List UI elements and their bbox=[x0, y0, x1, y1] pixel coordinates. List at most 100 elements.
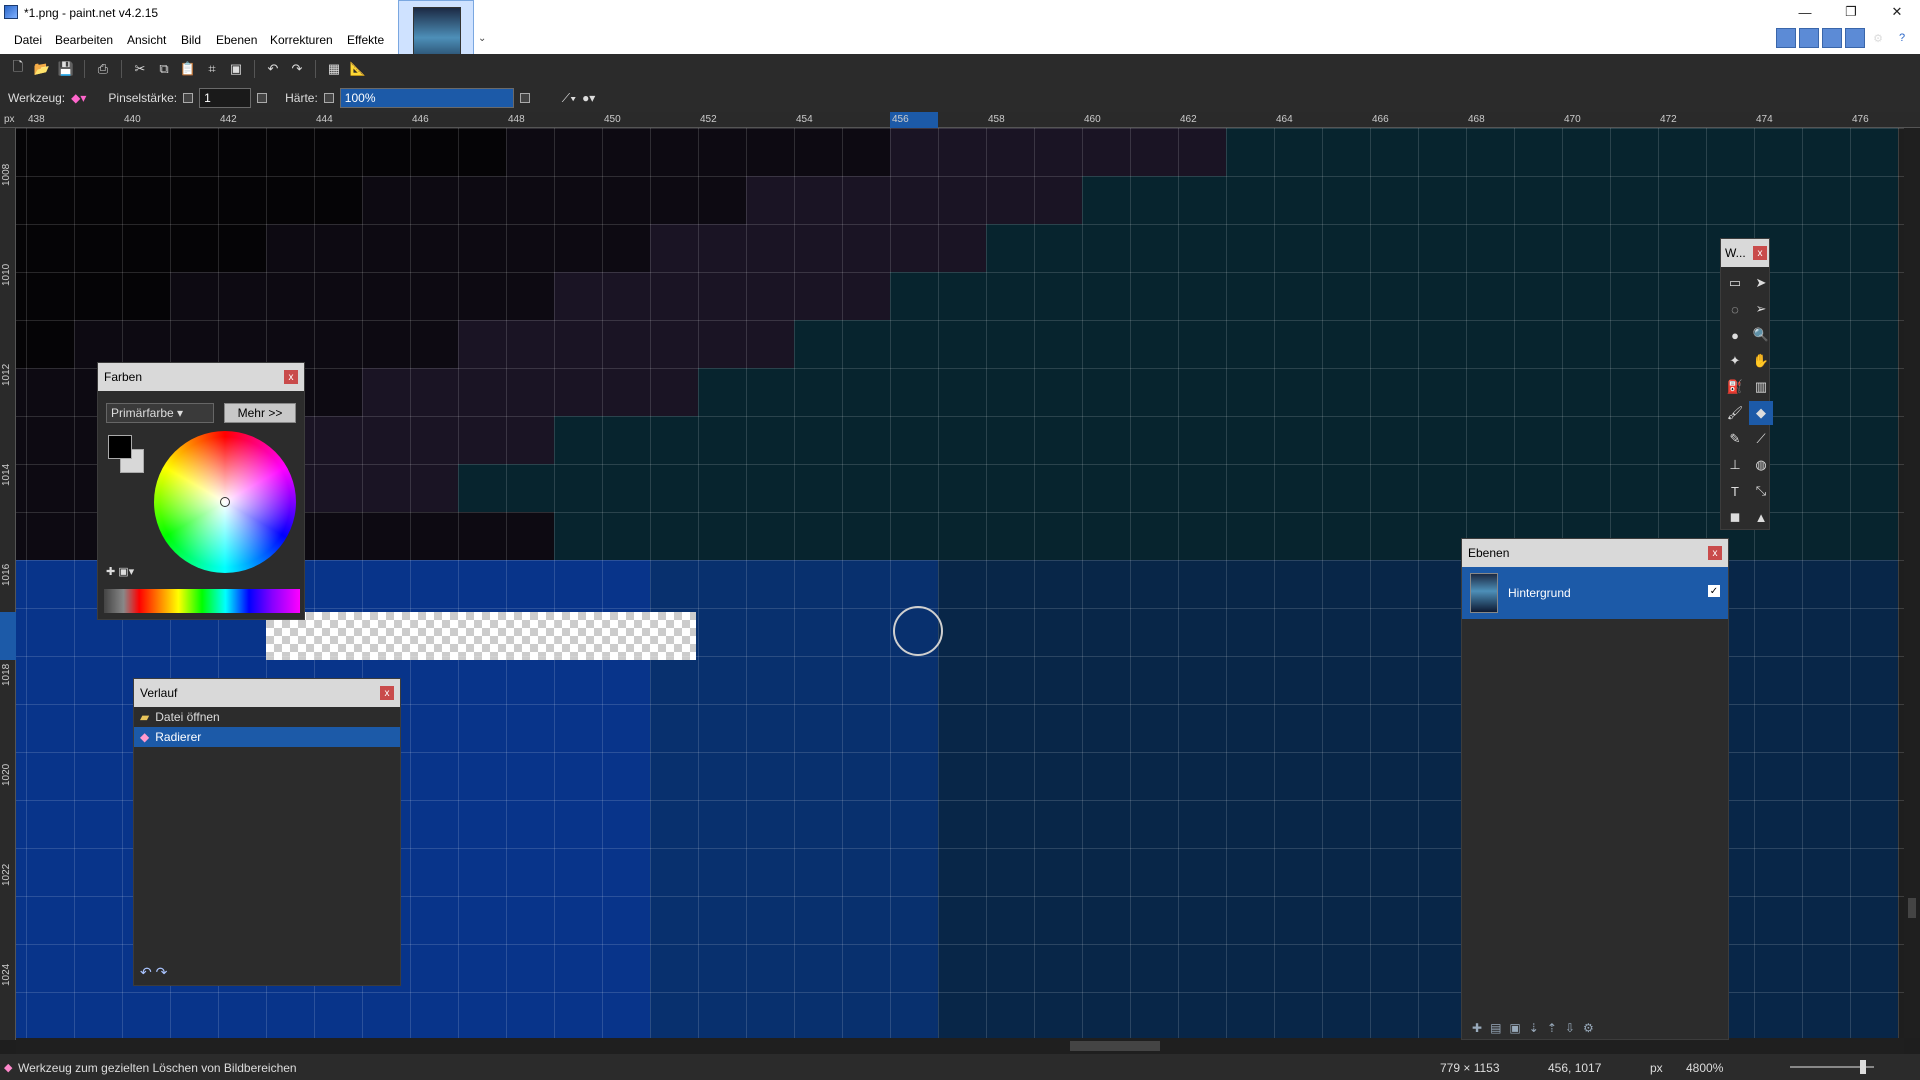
canvas-pixel bbox=[1514, 416, 1562, 464]
help-icon[interactable]: ? bbox=[1892, 28, 1912, 48]
move-layer-up-icon[interactable]: ⇡ bbox=[1547, 1021, 1557, 1039]
history-window-icon[interactable] bbox=[1799, 28, 1819, 48]
more-button[interactable]: Mehr >> bbox=[224, 403, 296, 423]
restore-button[interactable]: ❐ bbox=[1828, 0, 1874, 24]
menu-datei[interactable]: Datei bbox=[14, 33, 42, 47]
copy-icon[interactable]: ⧉ bbox=[154, 59, 174, 79]
primary-color-swatch[interactable] bbox=[108, 435, 132, 459]
menu-ansicht[interactable]: Ansicht bbox=[127, 33, 166, 47]
tools-window-icon[interactable] bbox=[1776, 28, 1796, 48]
layers-window-header[interactable]: Ebenen x bbox=[1462, 539, 1728, 567]
save-icon[interactable]: 💾 bbox=[56, 59, 76, 79]
menu-korrekturen[interactable]: Korrekturen bbox=[270, 33, 333, 47]
menu-bearbeiten[interactable]: Bearbeiten bbox=[55, 33, 113, 47]
canvas-pixel bbox=[938, 560, 986, 608]
eraser-icon[interactable]: ◆ bbox=[1749, 401, 1773, 425]
grid-icon[interactable]: ▦ bbox=[324, 59, 344, 79]
undo-icon[interactable]: ↶ bbox=[140, 964, 152, 980]
paste-icon[interactable]: 📋 bbox=[178, 59, 198, 79]
scrollbar-thumb[interactable] bbox=[1070, 1041, 1160, 1051]
redo-icon[interactable]: ↷ bbox=[156, 964, 168, 980]
shapes-more-icon[interactable]: ▲ bbox=[1749, 505, 1773, 529]
close-icon[interactable]: x bbox=[1708, 546, 1722, 560]
open-file-icon[interactable]: 📂 bbox=[32, 59, 52, 79]
gradient-icon[interactable]: ▥ bbox=[1749, 375, 1773, 399]
blend-mode-icon[interactable]: ●▾ bbox=[582, 91, 595, 105]
eraser-icon[interactable]: ◆▾ bbox=[71, 91, 86, 105]
move-layer-down-icon[interactable]: ⇩ bbox=[1565, 1021, 1575, 1039]
redo-icon[interactable]: ↷ bbox=[287, 59, 307, 79]
horizontal-scrollbar[interactable] bbox=[16, 1038, 1904, 1054]
canvas-pixel bbox=[314, 224, 362, 272]
new-file-icon[interactable]: 🗋 bbox=[8, 59, 28, 79]
zoom-slider[interactable] bbox=[1790, 1060, 1874, 1074]
paintbrush-icon[interactable]: 🖌 bbox=[1723, 401, 1747, 425]
brush-size-increase-button[interactable] bbox=[257, 93, 268, 103]
pan-icon[interactable]: ✋ bbox=[1749, 349, 1773, 373]
history-item-eraser[interactable]: ◆ Radierer bbox=[134, 727, 400, 747]
color-palette[interactable] bbox=[104, 589, 300, 613]
canvas-pixel bbox=[1610, 416, 1658, 464]
canvas-pixel bbox=[650, 944, 698, 992]
move-selection-icon[interactable]: ➢ bbox=[1749, 297, 1773, 321]
recolor-icon[interactable]: ◍ bbox=[1749, 453, 1773, 477]
minimize-button[interactable]: — bbox=[1782, 0, 1828, 24]
unit-selector[interactable]: px bbox=[1650, 1061, 1663, 1075]
canvas-pixel bbox=[554, 896, 602, 944]
menu-effekte[interactable]: Effekte bbox=[347, 33, 384, 47]
color-picker-icon[interactable]: ⟋ bbox=[1749, 427, 1773, 451]
hardness-slider[interactable]: 100% bbox=[339, 88, 514, 108]
ruler-icon[interactable]: 📐 bbox=[348, 59, 368, 79]
hardness-decrease-button[interactable] bbox=[323, 93, 334, 103]
close-icon[interactable]: x bbox=[380, 686, 394, 700]
delete-layer-icon[interactable]: ▤ bbox=[1490, 1021, 1501, 1039]
hardness-increase-button[interactable] bbox=[519, 93, 530, 103]
menu-bild[interactable]: Bild bbox=[181, 33, 201, 47]
brush-size-input[interactable]: 1 bbox=[199, 88, 252, 108]
magic-wand-icon[interactable]: ✦ bbox=[1723, 349, 1747, 373]
deselect-icon[interactable]: ▣ bbox=[226, 59, 246, 79]
brush-size-decrease-button[interactable] bbox=[183, 93, 194, 103]
close-button[interactable]: ✕ bbox=[1874, 0, 1920, 24]
cut-icon[interactable]: ✂ bbox=[130, 59, 150, 79]
line-curve-icon[interactable]: ⤡ bbox=[1749, 479, 1773, 503]
gear-icon[interactable]: ⚙ bbox=[1868, 28, 1888, 48]
menu-ebenen[interactable]: Ebenen bbox=[216, 33, 257, 47]
paint-bucket-icon[interactable]: ⛽ bbox=[1723, 375, 1747, 399]
history-item-open[interactable]: ▰ Datei öffnen bbox=[134, 707, 400, 727]
undo-icon[interactable]: ↶ bbox=[263, 59, 283, 79]
close-icon[interactable]: x bbox=[284, 370, 298, 384]
lasso-select-icon[interactable]: ◌ bbox=[1723, 297, 1747, 321]
color-target-dropdown[interactable]: Primärfarbe ▾ bbox=[106, 403, 214, 423]
colors-window-header[interactable]: Farben x bbox=[98, 363, 304, 391]
vertical-scrollbar[interactable] bbox=[1904, 128, 1920, 1038]
print-icon[interactable]: ⎙ bbox=[93, 59, 113, 79]
add-layer-icon[interactable]: ✚ bbox=[1472, 1021, 1482, 1039]
zoom-icon[interactable]: 🔍 bbox=[1749, 323, 1773, 347]
pencil-icon[interactable]: ✎ bbox=[1723, 427, 1747, 451]
colors-window-icon[interactable] bbox=[1845, 28, 1865, 48]
scrollbar-thumb[interactable] bbox=[1908, 898, 1916, 918]
text-icon[interactable]: T bbox=[1723, 479, 1747, 503]
layer-row[interactable]: Hintergrund ✓ bbox=[1462, 567, 1728, 619]
history-window-header[interactable]: Verlauf x bbox=[134, 679, 400, 707]
antialiasing-icon[interactable]: ⟋▾ bbox=[562, 91, 576, 106]
move-selected-icon[interactable]: ➤ bbox=[1749, 271, 1773, 295]
close-icon[interactable]: x bbox=[1753, 246, 1767, 260]
layer-properties-icon[interactable]: ⚙ bbox=[1583, 1021, 1594, 1039]
clone-stamp-icon[interactable]: ⊥ bbox=[1723, 453, 1747, 477]
zoom-level[interactable]: 4800% bbox=[1686, 1061, 1723, 1075]
tools-window-header[interactable]: W... x bbox=[1721, 239, 1769, 267]
palette-menu-icon[interactable]: ✚ ▣▾ bbox=[106, 565, 134, 578]
zoom-slider-knob[interactable] bbox=[1860, 1060, 1866, 1074]
layer-visibility-checkbox[interactable]: ✓ bbox=[1708, 585, 1720, 597]
color-wheel-knob[interactable] bbox=[220, 497, 230, 507]
shapes-icon[interactable]: ◼ bbox=[1723, 505, 1747, 529]
rectangle-select-icon[interactable]: ▭ bbox=[1723, 271, 1747, 295]
merge-layer-icon[interactable]: ⇣ bbox=[1529, 1021, 1539, 1039]
duplicate-layer-icon[interactable]: ▣ bbox=[1509, 1021, 1520, 1039]
layers-window-icon[interactable] bbox=[1822, 28, 1842, 48]
ellipse-select-icon[interactable]: ● bbox=[1723, 323, 1747, 347]
chevron-down-icon[interactable]: ⌄ bbox=[478, 33, 486, 44]
crop-icon[interactable]: ⌗ bbox=[202, 59, 222, 79]
